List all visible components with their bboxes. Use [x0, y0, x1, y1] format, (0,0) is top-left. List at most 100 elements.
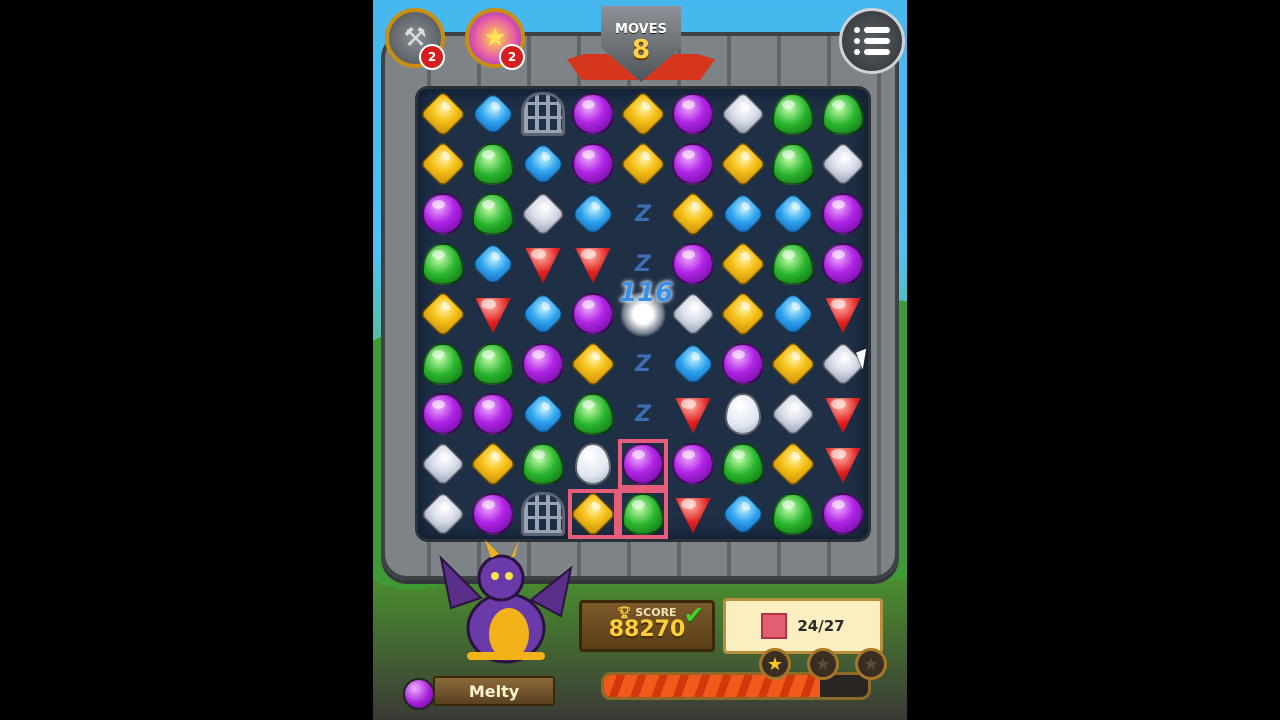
board-cell[interactable] [768, 289, 818, 339]
board-cell[interactable] [468, 189, 518, 239]
board-cell[interactable] [718, 439, 768, 489]
board-cell[interactable] [668, 239, 718, 289]
board-cell[interactable] [818, 189, 868, 239]
board-cell[interactable] [468, 239, 518, 289]
game-board[interactable]: ZZZZ [418, 89, 868, 539]
board-cell[interactable] [418, 89, 468, 139]
board-cell[interactable] [668, 489, 718, 539]
board-cell[interactable] [818, 289, 868, 339]
hammer-booster-button[interactable]: ⚒ 2 [385, 8, 445, 70]
cage-blocker-icon [521, 92, 565, 136]
board-cell[interactable] [518, 389, 568, 439]
white-gem-icon [819, 340, 867, 388]
white-gem-icon [719, 90, 767, 138]
board-cell[interactable] [518, 289, 568, 339]
lightning-trail-icon: Z [635, 201, 651, 227]
board-cell[interactable] [468, 439, 518, 489]
board-cell[interactable]: Z [618, 389, 668, 439]
board-cell[interactable] [768, 389, 818, 439]
board-cell[interactable] [568, 389, 618, 439]
board-cell[interactable] [568, 489, 618, 539]
board-cell[interactable] [468, 89, 518, 139]
menu-button[interactable] [839, 8, 905, 74]
board-cell[interactable]: Z [618, 339, 668, 389]
yellow-gem-icon [569, 490, 617, 538]
board-cell[interactable] [768, 89, 818, 139]
board-cell[interactable] [468, 489, 518, 539]
board-cell[interactable] [568, 139, 618, 189]
green-gem-icon [772, 243, 814, 285]
board-cell[interactable] [768, 189, 818, 239]
board-cell[interactable] [418, 239, 468, 289]
board-cell[interactable] [418, 489, 468, 539]
board-cell[interactable] [818, 489, 868, 539]
board-cell[interactable] [568, 289, 618, 339]
board-cell[interactable] [568, 189, 618, 239]
board-cell[interactable] [668, 439, 718, 489]
board-cell[interactable] [468, 339, 518, 389]
board-cell[interactable] [568, 339, 618, 389]
board-cell[interactable] [768, 239, 818, 289]
board-cell[interactable] [418, 389, 468, 439]
board-cell[interactable] [518, 489, 568, 539]
board-cell[interactable] [468, 389, 518, 439]
board-cell[interactable] [718, 289, 768, 339]
board-cell[interactable] [818, 389, 868, 439]
board-cell[interactable] [618, 489, 668, 539]
board-cell[interactable] [668, 389, 718, 439]
board-cell[interactable] [618, 89, 668, 139]
board-cell[interactable] [568, 439, 618, 489]
board-cell[interactable] [668, 139, 718, 189]
board-cell[interactable] [418, 339, 468, 389]
purple-gem-icon [822, 193, 864, 235]
white-gem-icon [419, 440, 467, 488]
lightning-trail-icon: Z [635, 401, 651, 427]
board-cell[interactable] [818, 439, 868, 489]
board-cell[interactable] [718, 139, 768, 189]
board-cell[interactable] [518, 439, 568, 489]
board-cell[interactable] [668, 339, 718, 389]
board-cell[interactable] [718, 89, 768, 139]
board-cell[interactable] [568, 239, 618, 289]
board-cell[interactable] [668, 89, 718, 139]
board-cell[interactable] [518, 139, 568, 189]
booster-count-badge: 2 [499, 44, 525, 70]
board-cell[interactable] [668, 189, 718, 239]
board-cell[interactable] [618, 139, 668, 189]
white-gem-icon [419, 490, 467, 538]
star-bomb-booster-button[interactable]: ★ 2 [465, 8, 525, 70]
board-cell[interactable] [418, 289, 468, 339]
purple-gem-icon [472, 493, 514, 535]
yellow-gem-icon [769, 340, 817, 388]
board-cell[interactable] [668, 289, 718, 339]
board-cell[interactable] [468, 139, 518, 189]
board-cell[interactable] [768, 489, 818, 539]
board-cell[interactable] [718, 239, 768, 289]
board-cell[interactable] [818, 89, 868, 139]
board-cell[interactable]: Z [618, 189, 668, 239]
purple-gem-icon [822, 243, 864, 285]
yellow-gem-icon [619, 90, 667, 138]
board-cell[interactable] [718, 389, 768, 439]
board-cell[interactable] [718, 189, 768, 239]
board-cell[interactable] [768, 139, 818, 189]
board-cell[interactable] [568, 89, 618, 139]
board-cell[interactable] [518, 339, 568, 389]
board-cell[interactable] [618, 439, 668, 489]
board-cell[interactable] [518, 89, 568, 139]
board-cell[interactable] [518, 189, 568, 239]
green-gem-icon [772, 493, 814, 535]
board-cell[interactable] [768, 339, 818, 389]
yellow-gem-icon [619, 140, 667, 188]
board-cell[interactable] [818, 239, 868, 289]
board-cell[interactable] [718, 489, 768, 539]
board-cell[interactable] [768, 439, 818, 489]
board-cell[interactable] [418, 139, 468, 189]
board-cell[interactable] [518, 239, 568, 289]
board-cell[interactable] [418, 189, 468, 239]
board-cell[interactable] [718, 339, 768, 389]
board-cell[interactable] [818, 139, 868, 189]
board-cell[interactable] [468, 289, 518, 339]
board-cell[interactable] [418, 439, 468, 489]
purple-gem-icon [422, 193, 464, 235]
